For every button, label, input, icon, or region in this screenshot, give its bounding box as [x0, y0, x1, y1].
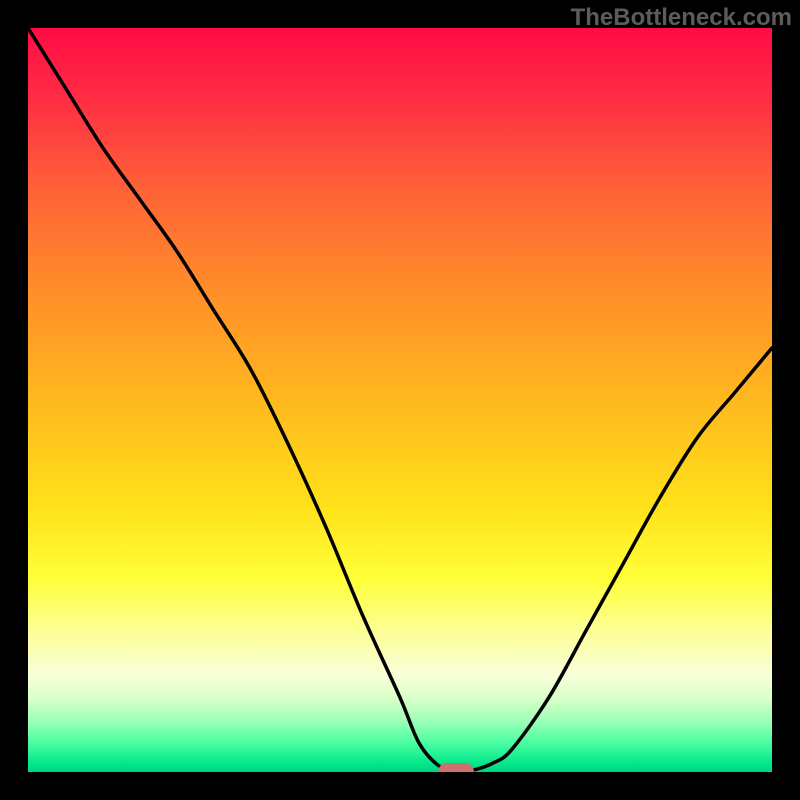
optimal-marker	[438, 763, 474, 772]
watermark-label: TheBottleneck.com	[571, 4, 792, 32]
plot-area	[28, 28, 772, 772]
curve-layer	[28, 28, 772, 772]
bottleneck-curve	[28, 28, 772, 772]
chart-container: TheBottleneck.com	[0, 0, 800, 800]
